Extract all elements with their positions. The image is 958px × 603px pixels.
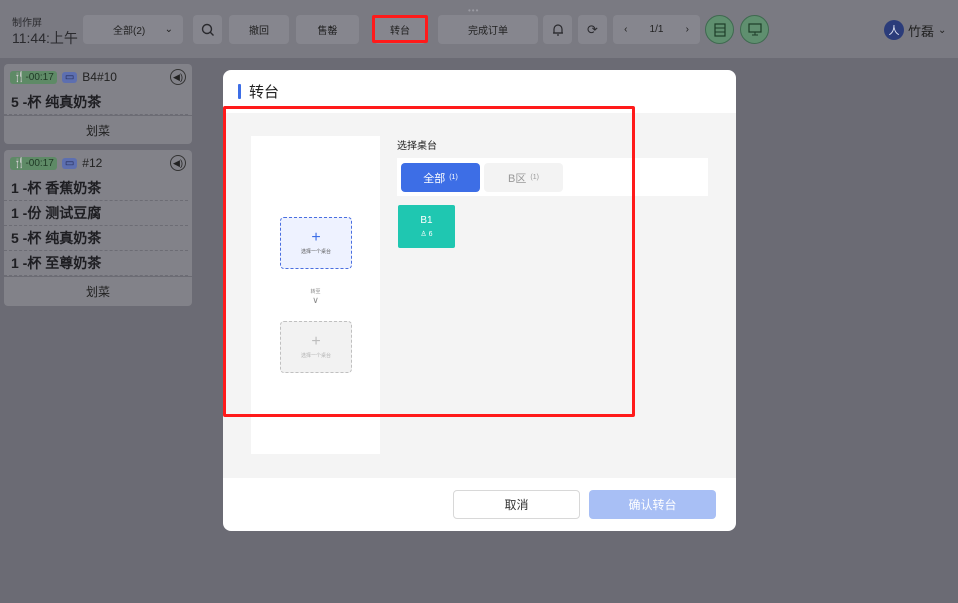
list-view-icon[interactable] — [705, 15, 734, 44]
transfer-panel: + 选择一个桌台 转至 ∨ + 选择一个桌台 — [251, 136, 380, 454]
order-card: 🍴-00:17 ▭ B4#10 ◀) 5 -杯 纯真奶茶 划菜 — [4, 64, 192, 144]
transfer-table-dialog: 转台 + 选择一个桌台 转至 ∨ + 选择一个桌台 选择桌台 全部 (1) B区(… — [223, 70, 736, 531]
dialog-title: 转台 — [238, 81, 279, 102]
user-name: 竹磊 — [908, 23, 935, 39]
order-card: 🍴-00:17 ▭ #12 ◀) 1 -杯 香蕉奶茶 1 -份 测试豆腐 5 -… — [4, 150, 192, 306]
screen-title: 制作屏 — [12, 18, 42, 29]
chevron-right-icon[interactable]: › — [686, 24, 689, 35]
undo-button[interactable]: 撤回 — [229, 15, 289, 44]
order-item[interactable]: 1 -份 测试豆腐 — [4, 201, 188, 226]
order-item[interactable]: 5 -杯 纯真奶茶 — [4, 226, 188, 251]
timer-badge: 🍴-00:17 — [10, 156, 57, 170]
slot-label: 选择一个桌台 — [300, 249, 331, 255]
dialog-body: + 选择一个桌台 转至 ∨ + 选择一个桌台 选择桌台 全部 (1) B区 (1) … — [223, 113, 736, 478]
avatar: 人 — [884, 20, 904, 40]
table-capacity: ♙ 6 — [420, 231, 433, 238]
transfer-indicator: 转至 ∨ — [251, 288, 380, 305]
slot-label: 选择一个桌台 — [300, 353, 331, 359]
chevron-down-icon: ∨ — [312, 295, 319, 305]
order-item[interactable]: 1 -杯 至尊奶茶 — [4, 251, 188, 276]
source-table-slot[interactable]: + 选择一个桌台 — [280, 217, 352, 269]
tab-all[interactable]: 全部 (1) — [401, 163, 480, 192]
bell-icon[interactable] — [543, 15, 572, 44]
message-icon[interactable]: ▭ — [61, 71, 78, 83]
order-item[interactable]: 5 -杯 纯真奶茶 — [4, 90, 188, 115]
table-number: B4#10 — [82, 70, 117, 84]
transfer-table-button[interactable]: 转台 — [374, 15, 426, 44]
filter-dropdown[interactable]: 全部(2) ⌄ — [83, 15, 183, 44]
top-bar: ••• 制作屏 11:44:上午 全部(2) ⌄ 撤回 售罄 转台 完成订单 ⟳… — [0, 0, 958, 58]
mark-served-button[interactable]: 划菜 — [4, 115, 192, 144]
complete-order-button[interactable]: 完成订单 — [438, 15, 538, 44]
pager: ‹ 1/1 › — [613, 15, 700, 44]
utensils-icon: 🍴 — [13, 71, 26, 83]
page-indicator: 1/1 — [649, 24, 664, 35]
target-table-slot[interactable]: + 选择一个桌台 — [280, 321, 352, 373]
timer-badge: 🍴-00:17 — [10, 70, 57, 84]
search-icon[interactable] — [193, 15, 222, 44]
message-icon[interactable]: ▭ — [61, 157, 78, 169]
utensils-icon: 🍴 — [13, 157, 26, 169]
tab-area-b[interactable]: B区 (1) — [484, 163, 563, 192]
order-card-header: 🍴-00:17 ▭ #12 ◀) — [4, 150, 192, 176]
filter-label: 全部(2) — [113, 26, 146, 37]
area-tabs: 全部 (1) B区 (1) — [397, 158, 708, 196]
order-card-header: 🍴-00:17 ▭ B4#10 ◀) — [4, 64, 192, 90]
sold-out-button[interactable]: 售罄 — [296, 15, 359, 44]
chevron-down-icon: ⌄ — [164, 24, 173, 35]
monitor-icon[interactable] — [740, 15, 769, 44]
user-menu[interactable]: 人 竹磊 ⌄ — [884, 20, 946, 40]
plus-icon: + — [311, 333, 321, 350]
table-number: #12 — [82, 156, 103, 170]
table-tile[interactable]: B1 ♙ 6 — [398, 205, 455, 248]
clock: 11:44:上午 — [12, 30, 78, 46]
speaker-icon[interactable]: ◀) — [170, 69, 186, 85]
select-table-label: 选择桌台 — [397, 141, 437, 152]
confirm-transfer-button[interactable]: 确认转台 — [589, 490, 716, 519]
chevron-down-icon: ⌄ — [938, 24, 947, 36]
refresh-icon[interactable]: ⟳ — [578, 15, 607, 44]
title-accent-bar — [238, 84, 241, 99]
person-icon: ♙ — [420, 231, 427, 238]
speaker-icon[interactable]: ◀) — [170, 155, 186, 171]
drag-handle-icon[interactable]: ••• — [468, 6, 479, 15]
chevron-left-icon[interactable]: ‹ — [624, 24, 627, 35]
table-name: B1 — [420, 215, 433, 226]
order-item[interactable]: 1 -杯 香蕉奶茶 — [4, 176, 188, 201]
mark-served-button[interactable]: 划菜 — [4, 276, 192, 305]
plus-icon: + — [311, 229, 321, 246]
transfer-label: 转至 — [310, 289, 321, 295]
cancel-button[interactable]: 取消 — [453, 490, 580, 519]
